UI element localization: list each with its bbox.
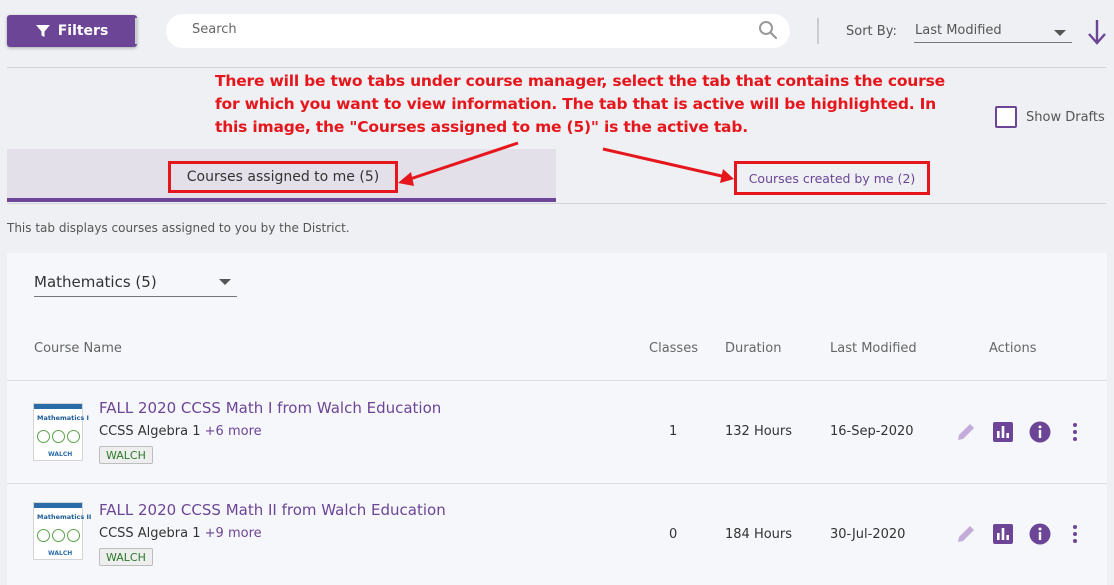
- sort-by-label: Sort By:: [846, 24, 897, 39]
- show-drafts-label: Show Drafts: [1026, 109, 1105, 125]
- thumbnail-title: Mathematics II: [37, 513, 92, 521]
- subject-filter-value: Mathematics (5): [34, 273, 157, 291]
- info-icon[interactable]: [1029, 421, 1051, 443]
- chevron-down-icon: [1054, 30, 1066, 36]
- tab-courses-created[interactable]: Courses created by me (2): [734, 161, 930, 195]
- header-actions: Actions: [989, 341, 1037, 356]
- toolbar-divider: [135, 18, 137, 44]
- duration-value: 184 Hours: [725, 527, 793, 542]
- sort-direction-arrow-icon[interactable]: [1086, 18, 1108, 46]
- more-options-icon[interactable]: [1064, 421, 1086, 443]
- more-standards-link[interactable]: +6 more: [205, 424, 262, 439]
- course-thumbnail: Mathematics I WALCH: [33, 403, 89, 461]
- annotation-arrow-right: [602, 147, 727, 179]
- more-options-icon[interactable]: [1064, 523, 1086, 545]
- course-subject: CCSS Algebra 1 +6 more: [99, 424, 262, 439]
- show-drafts-toggle[interactable]: Show Drafts: [995, 106, 1105, 128]
- more-standards-link[interactable]: +9 more: [205, 526, 262, 541]
- tab-description: This tab displays courses assigned to yo…: [7, 221, 350, 235]
- sort-by-select[interactable]: Last Modified: [914, 21, 1072, 43]
- annotation-text: There will be two tabs under course mana…: [215, 72, 945, 136]
- course-subject-label: CCSS Algebra 1: [99, 526, 201, 541]
- publisher-tag: WALCH: [99, 548, 153, 566]
- tab-courses-assigned-label[interactable]: Courses assigned to me (5): [168, 161, 398, 193]
- header-last-modified: Last Modified: [830, 341, 917, 356]
- chevron-down-icon: [219, 279, 231, 285]
- course-title-link[interactable]: FALL 2020 CCSS Math II from Walch Educat…: [99, 501, 446, 519]
- header-classes: Classes: [649, 341, 698, 356]
- header-duration: Duration: [725, 341, 782, 356]
- last-modified-value: 16-Sep-2020: [830, 424, 914, 439]
- row-divider: [7, 483, 1107, 484]
- toolbar-divider: [817, 18, 819, 44]
- course-title-link[interactable]: FALL 2020 CCSS Math I from Walch Educati…: [99, 399, 441, 417]
- sort-by-value: Last Modified: [915, 23, 1002, 38]
- publisher-tag: WALCH: [99, 446, 153, 464]
- analytics-chart-icon[interactable]: [992, 421, 1014, 443]
- last-modified-value: 30-Jul-2020: [830, 527, 906, 542]
- thumbnail-logo: WALCH: [48, 451, 73, 458]
- classes-count: 1: [669, 424, 678, 439]
- filter-icon: [35, 25, 50, 37]
- header-course-name: Course Name: [34, 341, 122, 356]
- filters-label: Filters: [57, 23, 109, 39]
- tabs-separator: [7, 203, 1106, 204]
- course-subject-label: CCSS Algebra 1: [99, 424, 201, 439]
- show-drafts-checkbox[interactable]: [995, 106, 1017, 128]
- analytics-chart-icon[interactable]: [992, 523, 1014, 545]
- search-input[interactable]: [192, 22, 752, 37]
- search-box[interactable]: [166, 14, 790, 48]
- course-subject: CCSS Algebra 1 +9 more: [99, 526, 262, 541]
- info-icon[interactable]: [1029, 523, 1051, 545]
- annotation-arrowhead-right: [720, 169, 734, 183]
- toolbar-separator: [7, 67, 1106, 68]
- course-thumbnail: Mathematics II WALCH: [33, 502, 91, 560]
- subject-filter-select[interactable]: Mathematics (5): [34, 268, 237, 297]
- thumbnail-title: Mathematics I: [37, 414, 89, 422]
- search-icon[interactable]: [758, 20, 778, 40]
- edit-pencil-icon[interactable]: [955, 421, 977, 443]
- filters-button[interactable]: Filters: [7, 15, 137, 47]
- edit-pencil-icon[interactable]: [955, 523, 977, 545]
- table-header-divider: [7, 380, 1107, 381]
- duration-value: 132 Hours: [725, 424, 793, 439]
- classes-count: 0: [669, 527, 678, 542]
- thumbnail-logo: WALCH: [48, 550, 73, 557]
